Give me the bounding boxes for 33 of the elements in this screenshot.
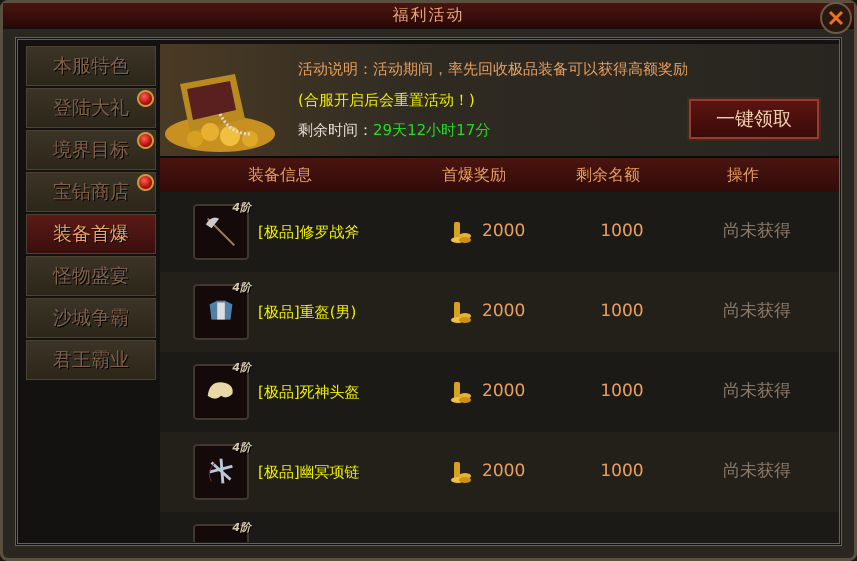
reset-notice: (合服开启后会重置活动！): [298, 90, 476, 110]
coin-stack-icon: [450, 380, 472, 404]
column-header: 首爆奖励: [441, 164, 507, 186]
reward-amount: 2000: [482, 220, 526, 244]
coin-stack-icon: [450, 300, 472, 324]
item-name: [极品]死神头盔: [258, 382, 361, 403]
reward-amount: 2000: [482, 460, 526, 484]
reward-amount: 2000: [482, 380, 526, 404]
claim-status: 尚未获得: [722, 300, 792, 324]
activity-description: 活动说明：活动期间，率先回收极品装备可以获得高额奖励: [298, 59, 689, 80]
time-label: 剩余时间：: [298, 121, 373, 139]
coin-stack-icon: [450, 460, 472, 484]
remaining-quota: 1000: [599, 220, 645, 244]
remaining-quota: 1000: [599, 460, 645, 484]
close-button[interactable]: [820, 2, 852, 34]
item-name: [极品]幽冥项链: [258, 462, 361, 483]
column-header: 操作: [726, 164, 760, 186]
window-title: 福利活动: [392, 4, 464, 26]
claim-status: 尚未获得: [722, 380, 792, 404]
reward-amount: 2000: [482, 300, 526, 324]
close-icon: [827, 9, 845, 27]
claim-status: 尚未获得: [722, 460, 792, 484]
remaining-time: 29天12小时17分: [373, 121, 490, 139]
remaining-quota: 1000: [599, 380, 645, 404]
item-name: [极品]重盔(男): [258, 302, 358, 323]
remaining-quota: 1000: [599, 300, 645, 324]
claim-all-button[interactable]: 一键领取: [689, 99, 819, 139]
claim-status: 尚未获得: [722, 220, 792, 244]
column-header: 装备信息: [247, 164, 313, 186]
item-name: [极品]修罗战斧: [258, 222, 361, 243]
coin-stack-icon: [450, 220, 472, 244]
sidebar-tab[interactable]: 装备首爆: [26, 214, 156, 254]
column-header: 剩余名额: [575, 164, 641, 186]
